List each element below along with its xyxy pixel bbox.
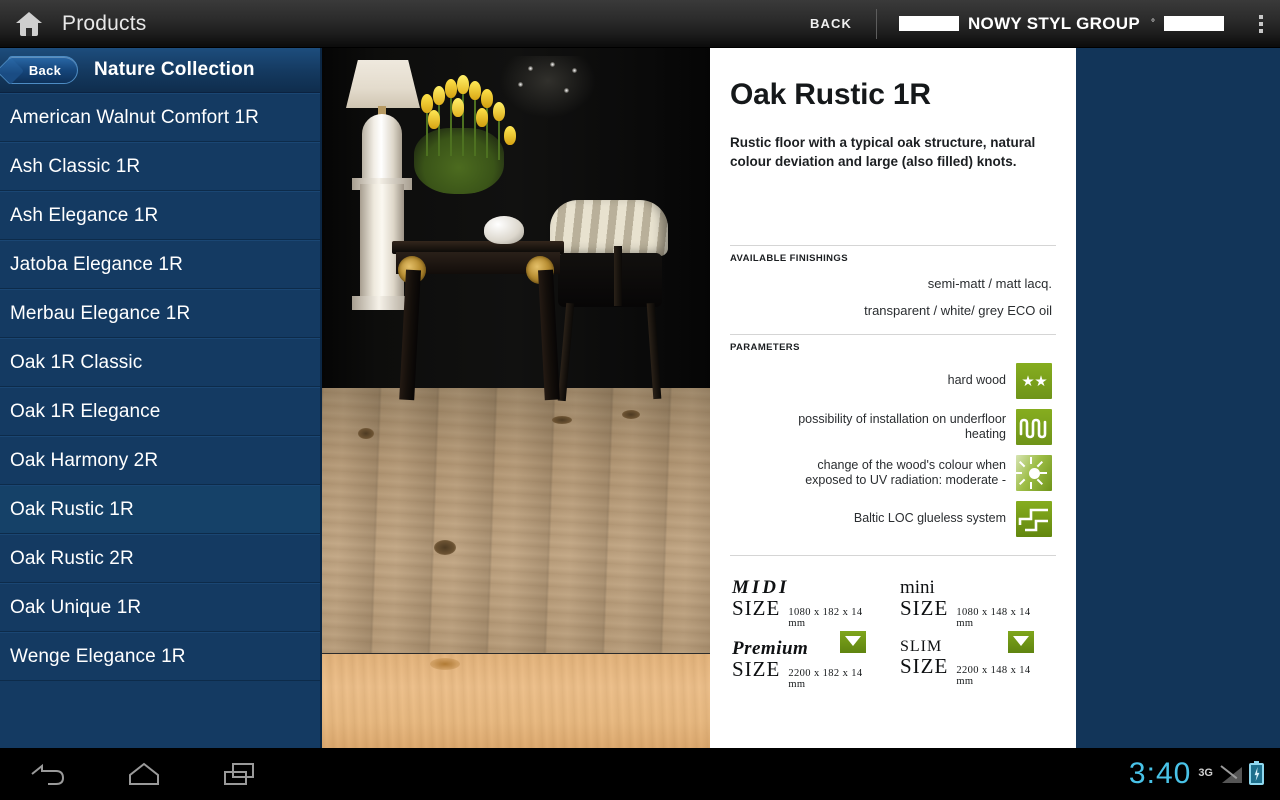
brand-logo: NOWY STYL GROUP ° [877, 14, 1242, 34]
interior-scene-image [322, 48, 710, 653]
wood-sample-strip [322, 653, 710, 748]
sizes-section: MIDI SIZE 1080 x 182 x 14 mm mini SIZE 1080 x… [710, 556, 1076, 690]
status-icons[interactable]: 3:40 3G [1129, 757, 1280, 791]
size-word-label: SIZE [732, 657, 781, 682]
home-icon [16, 11, 42, 36]
signal-icon [1220, 765, 1242, 783]
download-badge-icon[interactable] [840, 631, 866, 654]
home-button[interactable] [0, 0, 58, 48]
two-stars-icon [1016, 363, 1052, 400]
parameter-row: change of the wood's colour when exposed… [710, 445, 1076, 492]
size-kind-label: MIDI [732, 577, 790, 599]
sidebar: Back Nature Collection American Walnut C… [0, 48, 322, 748]
product-list-item[interactable]: Oak Rustic 1R [0, 485, 320, 534]
parameter-text: possibility of installation on underfloo… [798, 411, 1006, 442]
size-dimensions: 1080 x 148 x 14 mm [956, 607, 1031, 630]
product-list-item[interactable]: Oak 1R Elegance [0, 387, 320, 436]
collection-title: Nature Collection [94, 59, 255, 80]
size-dimensions: 2200 x 182 x 14 mm [788, 668, 863, 691]
parameter-row: hard wood [710, 353, 1076, 400]
home-nav-icon[interactable] [122, 757, 166, 791]
overflow-menu-icon[interactable] [1242, 0, 1280, 48]
topbar-back-button[interactable]: BACK [786, 16, 876, 31]
product-list-item[interactable]: Oak 1R Classic [0, 338, 320, 387]
size-word-label: SIZE [900, 654, 949, 679]
parameter-text: hard wood [947, 373, 1006, 388]
sidebar-header: Back Nature Collection [0, 48, 320, 93]
status-clock: 3:40 [1128, 757, 1192, 790]
sidebar-back-label: Back [28, 62, 62, 78]
brand-trademark: ° [1151, 18, 1155, 29]
product-list-item[interactable]: Merbau Elegance 1R [0, 289, 320, 338]
size-dimensions: 1080 x 182 x 14 mm [788, 607, 863, 630]
back-arrow-icon[interactable] [26, 757, 70, 791]
product-list-item[interactable]: Oak Harmony 2R [0, 436, 320, 485]
product-list-item[interactable]: Oak Unique 1R [0, 583, 320, 632]
teapot [484, 216, 524, 244]
brand-bar-right [1164, 16, 1224, 31]
brand-bar-left [898, 16, 959, 31]
finishing-row: transparent / white/ grey ECO oil [710, 291, 1076, 318]
product-list-item[interactable]: American Walnut Comfort 1R [0, 93, 320, 142]
battery-charging-icon [1249, 761, 1264, 785]
product-list-item[interactable]: Oak Rustic 2R [0, 534, 320, 583]
parameters-list: hard wood possibility of installation on … [710, 353, 1076, 538]
parameter-row: Baltic LOC glueless system [710, 491, 1076, 538]
size-word-label: SIZE [900, 596, 949, 621]
size-word-label: SIZE [732, 596, 781, 621]
page-title: Products [62, 11, 147, 35]
size-kind-label: mini [900, 577, 935, 599]
recent-apps-icon[interactable] [218, 757, 262, 791]
product-list-item[interactable]: Ash Elegance 1R [0, 191, 320, 240]
striped-armchair [550, 200, 668, 256]
product-photo-panel[interactable] [322, 48, 710, 748]
product-title: Oak Rustic 1R [730, 78, 931, 111]
finishings-label: AVAILABLE FINISHINGS [730, 253, 848, 265]
finishing-row: semi-matt / matt lacq. [710, 264, 1076, 291]
product-list-item[interactable]: Jatoba Elegance 1R [0, 240, 320, 289]
android-system-bar: 3:40 3G [0, 748, 1280, 800]
size-option[interactable]: SLIM SIZE 2200 x 148 x 14 mm [878, 629, 1046, 690]
size-dimensions: 2200 x 148 x 14 mm [956, 665, 1031, 688]
product-list-item[interactable]: Wenge Elegance 1R [0, 632, 320, 681]
chandelier [500, 56, 596, 118]
product-description: Rustic floor with a typical oak structur… [730, 135, 1036, 169]
parameter-text: Baltic LOC glueless system [853, 511, 1006, 526]
size-option[interactable]: Premium SIZE 2200 x 182 x 14 mm [710, 629, 878, 690]
parameter-row: possibility of installation on underfloo… [710, 399, 1076, 446]
sidebar-back-button[interactable]: Back [8, 56, 78, 84]
parameters-label: PARAMETERS [730, 342, 800, 354]
baltic-loc-icon [1016, 501, 1052, 538]
brand-name: NOWY STYL GROUP [967, 13, 1140, 33]
download-badge-icon[interactable] [1008, 631, 1034, 654]
product-detail-panel: Oak Rustic 1R Rustic floor with a typica… [710, 48, 1076, 748]
navigation-buttons [0, 757, 262, 791]
network-type-label: 3G [1198, 767, 1213, 779]
product-list-item[interactable]: Ash Classic 1R [0, 142, 320, 191]
size-option[interactable]: MIDI SIZE 1080 x 182 x 14 mm [710, 568, 878, 629]
app-root: Products BACK NOWY STYL GROUP ° Back Nat… [0, 0, 1280, 800]
oak-floor [322, 388, 710, 653]
parameter-text: change of the wood's colour when exposed… [805, 457, 1006, 488]
size-option[interactable]: mini SIZE 1080 x 148 x 14 mm [878, 568, 1046, 629]
top-action-bar: Products BACK NOWY STYL GROUP ° [0, 0, 1280, 48]
product-list: American Walnut Comfort 1R Ash Classic 1R… [0, 93, 320, 681]
finishings-list: semi-matt / matt lacq. transparent / whit… [710, 264, 1076, 318]
finishing-text: semi-matt / matt lacq. [927, 276, 1052, 292]
table-lamp [346, 60, 420, 108]
uv-sun-icon [1015, 455, 1052, 492]
finishing-text: transparent / white/ grey ECO oil [864, 303, 1052, 319]
underfloor-heating-icon [1016, 409, 1052, 446]
